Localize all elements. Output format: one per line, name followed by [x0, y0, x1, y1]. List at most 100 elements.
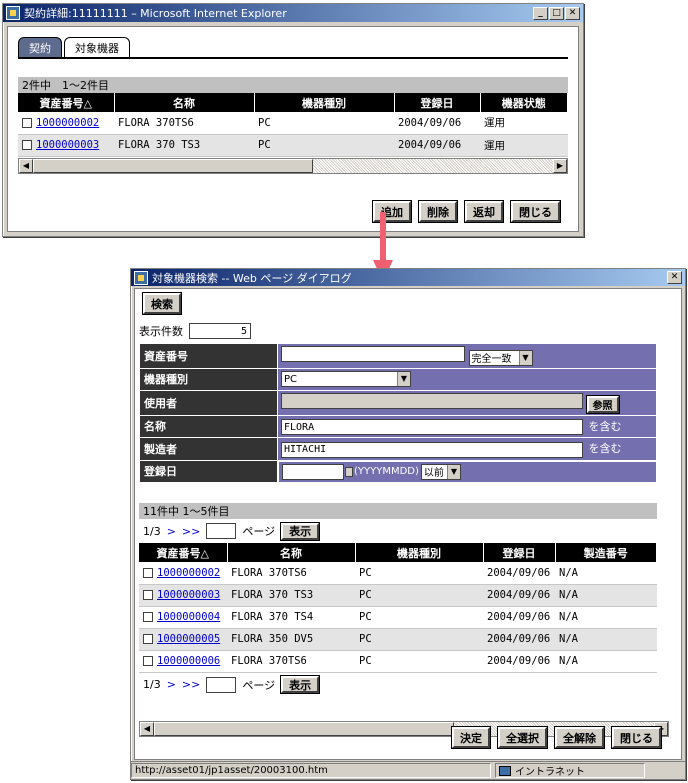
page-indicator: 1/3	[143, 524, 161, 538]
last-page-link[interactable]: >>	[182, 678, 200, 691]
show-page-button[interactable]: 表示	[280, 675, 321, 694]
col-type: 機器種別	[254, 93, 395, 112]
search-form: 資産番号 完全一致 ▼ 機器種別 PC ▼ 使用者 参照 名称 FLORA を含…	[139, 343, 657, 483]
close-window-button[interactable]: 閉じる	[510, 200, 561, 223]
maximize-button[interactable]: □	[549, 6, 564, 20]
row-checkbox[interactable]	[143, 612, 153, 622]
asset-no-input[interactable]	[281, 346, 465, 362]
scroll-left-icon[interactable]: ◀	[19, 158, 33, 173]
match-mode-select[interactable]: 完全一致 ▼	[468, 349, 533, 366]
date-mode-select[interactable]: 以前 ▼	[420, 463, 461, 480]
search-results-table: 資産番号△ 名称 機器種別 登録日 製造番号 1000000002 FLORA …	[139, 543, 657, 673]
status-zone: イントラネット	[495, 763, 645, 778]
table-row: 1000000003 FLORA 370 TS3 PC 2004/09/06 N…	[139, 584, 657, 607]
display-count-input[interactable]: 5	[189, 323, 251, 339]
row-checkbox[interactable]	[22, 117, 32, 128]
scroll-right-icon[interactable]: ▶	[553, 158, 567, 173]
row-checkbox[interactable]	[143, 590, 153, 600]
contract-detail-window: 契約詳細:11111111 – Microsoft Internet Explo…	[2, 3, 584, 237]
cell-name: FLORA 370TS6	[114, 112, 254, 135]
return-button[interactable]: 返却	[464, 200, 504, 223]
status-bar: http://asset01/jp1asset/20003100.htm イント…	[131, 761, 685, 779]
close-button[interactable]: ✕	[565, 6, 580, 20]
asset-link[interactable]: 1000000003	[157, 589, 220, 601]
col-serial: 製造番号	[555, 543, 657, 562]
col-name: 名称	[114, 93, 255, 112]
minimize-button[interactable]: _	[533, 6, 548, 20]
cell-name: FLORA 370 TS3	[114, 134, 254, 157]
cell-type: PC	[254, 134, 394, 157]
last-page-link[interactable]: >>	[182, 525, 200, 538]
col-asset-no[interactable]: 資産番号△	[18, 93, 115, 112]
asset-no-label: 資産番号	[139, 343, 278, 369]
select-all-button[interactable]: 全選択	[497, 726, 548, 749]
status-url: http://asset01/jp1asset/20003100.htm	[131, 763, 491, 778]
ie-icon	[134, 270, 148, 285]
reg-date-label: 登録日	[139, 459, 278, 483]
cell-name: FLORA 370 TS4	[227, 606, 355, 629]
cell-type: PC	[254, 112, 394, 135]
table-row: 1000000002 FLORA 370TS6 PC 2004/09/06 N/…	[139, 562, 657, 585]
cell-status: 運用	[480, 134, 568, 157]
asset-link[interactable]: 1000000006	[157, 655, 220, 667]
maker-input[interactable]: HITACHI	[281, 441, 583, 458]
tab-target-devices[interactable]: 対象機器	[64, 37, 130, 57]
delete-button[interactable]: 削除	[418, 200, 458, 223]
name-input[interactable]: FLORA	[281, 419, 583, 435]
maker-label: 製造者	[139, 437, 278, 461]
close-dialog-button[interactable]: 閉じる	[611, 726, 662, 749]
search-button[interactable]: 検索	[142, 292, 182, 315]
col-date: 登録日	[483, 543, 556, 562]
horizontal-scrollbar[interactable]: ◀ ▶	[18, 157, 568, 174]
scroll-thumb[interactable]	[33, 158, 313, 173]
page-indicator: 1/3	[143, 678, 161, 691]
cell-type: PC	[355, 584, 483, 607]
show-page-button[interactable]: 表示	[280, 521, 321, 541]
scroll-left-icon[interactable]: ◀	[140, 722, 154, 736]
contains-label: を含む	[588, 419, 622, 433]
calendar-icon[interactable]	[345, 466, 353, 477]
dialog-title: 対象機器検索 -- Web ページ ダイアログ	[152, 271, 352, 285]
tab-contract[interactable]: 契約	[18, 37, 62, 57]
cell-serial: N/A	[555, 650, 657, 673]
dialog-close-button[interactable]: ✕	[667, 271, 682, 284]
page-label: ページ	[242, 525, 276, 538]
devices-table: 資産番号△ 名称 機器種別 登録日 機器状態 1000000002 FLORA …	[18, 93, 568, 157]
device-type-select[interactable]: PC ▼	[281, 371, 411, 387]
table-row: 1000000005 FLORA 350 DV5 PC 2004/09/06 N…	[139, 628, 657, 651]
row-checkbox[interactable]	[143, 656, 153, 666]
cell-name: FLORA 370TS6	[227, 650, 355, 673]
reg-date-input[interactable]	[282, 463, 344, 480]
col-name: 名称	[227, 543, 356, 562]
row-checkbox[interactable]	[143, 567, 153, 578]
asset-link[interactable]: 1000000005	[157, 633, 220, 645]
scroll-thumb[interactable]	[154, 722, 454, 736]
col-asset-no[interactable]: 資産番号△	[139, 543, 228, 562]
asset-link[interactable]: 1000000002	[157, 567, 220, 579]
row-checkbox[interactable]	[143, 634, 153, 644]
asset-link[interactable]: 1000000003	[36, 139, 99, 151]
browse-button[interactable]: 参照	[585, 394, 620, 414]
cell-serial: N/A	[555, 628, 657, 651]
dialog-titlebar: 対象機器検索 -- Web ページ ダイアログ ✕	[131, 269, 685, 286]
cell-type: PC	[355, 628, 483, 651]
confirm-button[interactable]: 決定	[451, 726, 491, 749]
cell-type: PC	[355, 562, 483, 585]
col-type: 機器種別	[355, 543, 484, 562]
cell-date: 2004/09/06	[483, 606, 555, 629]
row-checkbox[interactable]	[22, 140, 32, 150]
pager-bottom: 1/3 > >> ページ 表示	[139, 673, 657, 697]
cell-date: 2004/09/06	[394, 112, 480, 135]
next-page-link[interactable]: >	[167, 525, 176, 538]
chevron-down-icon: ▼	[446, 464, 460, 479]
asset-link[interactable]: 1000000004	[157, 611, 220, 623]
cell-name: FLORA 370TS6	[227, 562, 355, 585]
asset-link[interactable]: 1000000002	[36, 117, 99, 129]
dialog-content: 検索 表示件数 5 資産番号 完全一致 ▼ 機器種別 PC ▼ 使用者 参照 名…	[134, 288, 682, 760]
page-input[interactable]	[206, 523, 237, 539]
intranet-icon	[499, 765, 511, 776]
page-input[interactable]	[206, 676, 237, 693]
deselect-all-button[interactable]: 全解除	[554, 726, 605, 749]
next-page-link[interactable]: >	[167, 678, 176, 691]
result-count: 11件中 1～5件目	[139, 503, 657, 519]
